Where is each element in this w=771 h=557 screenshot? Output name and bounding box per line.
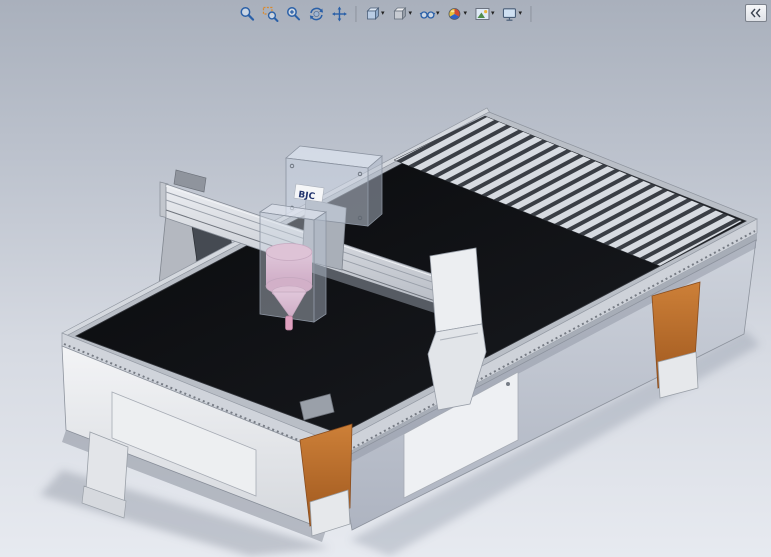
z-cover-side bbox=[313, 211, 327, 323]
heads-up-toolbar: ▾ ▾ ▾ ▾ ▾ ▾ bbox=[236, 2, 535, 26]
dropdown-caret[interactable]: ▾ bbox=[436, 10, 440, 18]
right-support-block bbox=[429, 247, 483, 333]
dropdown-caret[interactable]: ▾ bbox=[464, 10, 468, 18]
cad-viewport-window: ▾ ▾ ▾ ▾ ▾ ▾ BJC bbox=[0, 0, 771, 557]
scene-photo-icon bbox=[475, 8, 490, 20]
rotate-view-button[interactable] bbox=[305, 2, 327, 26]
spindle-assembly[interactable] bbox=[258, 203, 328, 331]
collapse-chevrons-icon bbox=[750, 8, 761, 18]
zoom-to-area-button[interactable] bbox=[259, 2, 281, 26]
toolbar-separator bbox=[354, 6, 356, 22]
dropdown-caret[interactable]: ▾ bbox=[491, 10, 495, 18]
viewport-3d[interactable]: BJC bbox=[0, 0, 771, 557]
view-settings-button[interactable]: ▾ bbox=[499, 2, 526, 26]
cnc-machine-model[interactable]: BJC bbox=[40, 107, 760, 556]
dropdown-caret[interactable]: ▾ bbox=[381, 10, 385, 18]
color-sphere-icon bbox=[448, 8, 461, 20]
z-cover-front bbox=[259, 211, 315, 323]
tool-bit bbox=[285, 315, 293, 331]
edit-appearance-button[interactable]: ▾ bbox=[444, 2, 471, 26]
monitor-icon bbox=[502, 8, 517, 21]
pan-button[interactable] bbox=[328, 2, 350, 26]
display-style-button[interactable]: ▾ bbox=[388, 2, 415, 26]
view-cube-icon bbox=[365, 7, 379, 20]
cover-side-face bbox=[367, 155, 383, 227]
zoom-to-fit-button[interactable] bbox=[236, 2, 258, 26]
glasses-icon bbox=[419, 11, 435, 19]
shaded-cube-icon bbox=[393, 7, 407, 20]
pan-icon bbox=[331, 6, 347, 22]
zoom-in-out-button[interactable] bbox=[282, 2, 304, 26]
toolbar-separator bbox=[530, 6, 532, 22]
zoom-in-out-icon bbox=[286, 7, 300, 21]
zoom-to-area-icon bbox=[262, 6, 278, 22]
rotate-view-icon bbox=[309, 7, 323, 21]
hide-show-items-button[interactable]: ▾ bbox=[416, 2, 443, 26]
dropdown-caret[interactable]: ▾ bbox=[519, 10, 523, 18]
apply-scene-button[interactable]: ▾ bbox=[471, 2, 498, 26]
task-pane-toggle-button[interactable] bbox=[745, 4, 767, 22]
dropdown-caret[interactable]: ▾ bbox=[408, 10, 412, 18]
zoom-to-fit-icon bbox=[240, 7, 254, 21]
door-handle bbox=[506, 382, 510, 386]
view-orientation-button[interactable]: ▾ bbox=[361, 2, 388, 26]
